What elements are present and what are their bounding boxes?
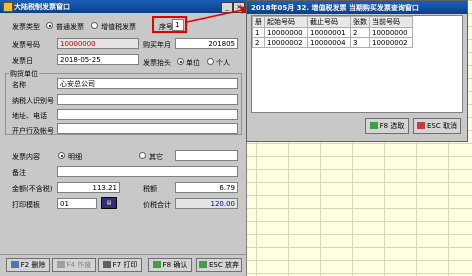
invoice-no-field[interactable]: 10000000 (57, 38, 139, 49)
content-other-field[interactable] (175, 150, 238, 161)
remark-label: 备注 (12, 169, 26, 177)
radio-vat-invoice[interactable] (91, 22, 98, 29)
template-picker-icon[interactable]: ▤ (101, 197, 117, 209)
invoice-dialog-title: 大陆税制发票窗口 (14, 3, 70, 11)
template-field[interactable]: 01 (57, 198, 97, 209)
print-button[interactable]: F7 打印 (98, 258, 142, 272)
delete-icon (10, 261, 19, 268)
address-field[interactable] (57, 109, 238, 120)
cancel-button[interactable]: ESC 放弃 (196, 258, 242, 272)
tax-id-label: 纳税人识别号 (12, 97, 54, 105)
confirm-icon (152, 261, 161, 268)
buy-year-month-field[interactable]: 201805 (175, 38, 238, 49)
template-label: 打印模板 (12, 201, 40, 209)
invoice-type-label: 发票类型 (12, 23, 40, 31)
table-cell: 10000002 (264, 37, 308, 48)
radio-content-detail[interactable] (58, 152, 65, 159)
col-header: 册 (252, 16, 265, 28)
radio-vat-invoice-label: 增值税发票 (101, 23, 136, 31)
tax-id-field[interactable] (57, 94, 238, 105)
radio-content-detail-label: 明细 (68, 153, 82, 161)
printer-icon (102, 261, 111, 268)
select-icon (369, 122, 378, 129)
amount-label: 金额(不含税) (12, 185, 53, 193)
remark-field[interactable] (57, 166, 238, 177)
radio-header-unit[interactable] (177, 58, 184, 65)
table-cell: 3 (350, 37, 370, 48)
divider (0, 254, 246, 255)
invoice-date-label: 发票日 (12, 57, 33, 65)
cancel-icon (199, 261, 207, 268)
radio-normal-invoice[interactable] (46, 22, 53, 29)
col-header: 起始号码 (264, 16, 308, 28)
header-label: 发票抬头 (143, 59, 171, 67)
table-cell: 2 (252, 37, 265, 48)
table-cell: 10000004 (307, 37, 351, 48)
invoice-no-label: 发票号码 (12, 41, 40, 49)
tax-field[interactable]: 6.79 (175, 182, 238, 193)
address-label: 地址、电话 (12, 112, 47, 120)
radio-header-personal-label: 个人 (216, 59, 230, 67)
table-cell: 2 (350, 27, 370, 38)
table-cell: 10000002 (369, 37, 413, 48)
popup-title: 2018年05月 32. 增值税发票 当期购买发票查询窗口 (251, 4, 419, 12)
buyer-group-label: 购货单位 (9, 69, 39, 79)
content-label: 发票内容 (12, 153, 40, 161)
total-label: 价税合计 (143, 201, 171, 209)
name-field[interactable]: 心安总公司 (57, 78, 238, 89)
radio-normal-invoice-label: 普通发票 (56, 23, 84, 31)
bank-field[interactable] (57, 123, 238, 134)
popup-select-button[interactable]: F8 选取 (365, 118, 409, 134)
col-header: 张数 (350, 16, 370, 28)
table-cell: 10000001 (307, 27, 351, 38)
radio-content-other[interactable] (139, 152, 146, 159)
table-cell: 1 (252, 27, 265, 38)
bank-label: 开户行及帐号 (12, 127, 54, 135)
cancel-x-icon (417, 122, 425, 129)
void-icon (56, 261, 65, 268)
name-label: 名称 (12, 81, 26, 89)
popup-cancel-button[interactable]: ESC 取消 (413, 118, 461, 134)
radio-header-unit-label: 单位 (186, 59, 200, 67)
purchase-query-popup: 2018年05月 32. 增值税发票 当期购买发票查询窗口 册 起始号码 截止号… (246, 0, 468, 142)
table-row[interactable]: 1 10000000 10000001 2 10000000 (252, 27, 413, 38)
radio-header-personal[interactable] (207, 58, 214, 65)
table-cell: 10000000 (369, 27, 413, 38)
col-header: 截止号码 (307, 16, 351, 28)
purchase-table: 册 起始号码 截止号码 张数 当前号码 1 10000000 10000001 … (252, 16, 413, 48)
table-row[interactable]: 2 10000002 10000004 3 10000002 (252, 37, 413, 48)
void-button[interactable]: F4 作废 (52, 258, 96, 272)
col-header: 当前号码 (369, 16, 413, 28)
table-cell: 10000000 (264, 27, 308, 38)
table-header-row: 册 起始号码 截止号码 张数 当前号码 (252, 16, 413, 28)
delete-button[interactable]: F2 删除 (6, 258, 50, 272)
radio-content-other-label: 其它 (149, 153, 163, 161)
total-field: 120.00 (175, 198, 238, 209)
amount-field[interactable]: 113.21 (57, 182, 120, 193)
buy-year-month-label: 购买年月 (143, 41, 171, 49)
invoice-dialog: 大陆税制发票窗口 _ × 发票类型 普通发票 增值税发票 序号 1 发票号码 1… (0, 0, 247, 276)
app-icon (3, 2, 13, 12)
purchase-grid[interactable]: 册 起始号码 截止号码 张数 当前号码 1 10000000 10000001 … (251, 15, 463, 113)
confirm-button[interactable]: F8 确认 (148, 258, 192, 272)
invoice-date-field[interactable]: 2018-05-25 (57, 54, 139, 65)
popup-titlebar[interactable]: 2018年05月 32. 增值税发票 当期购买发票查询窗口 (247, 1, 467, 14)
tax-label: 税额 (143, 185, 157, 193)
